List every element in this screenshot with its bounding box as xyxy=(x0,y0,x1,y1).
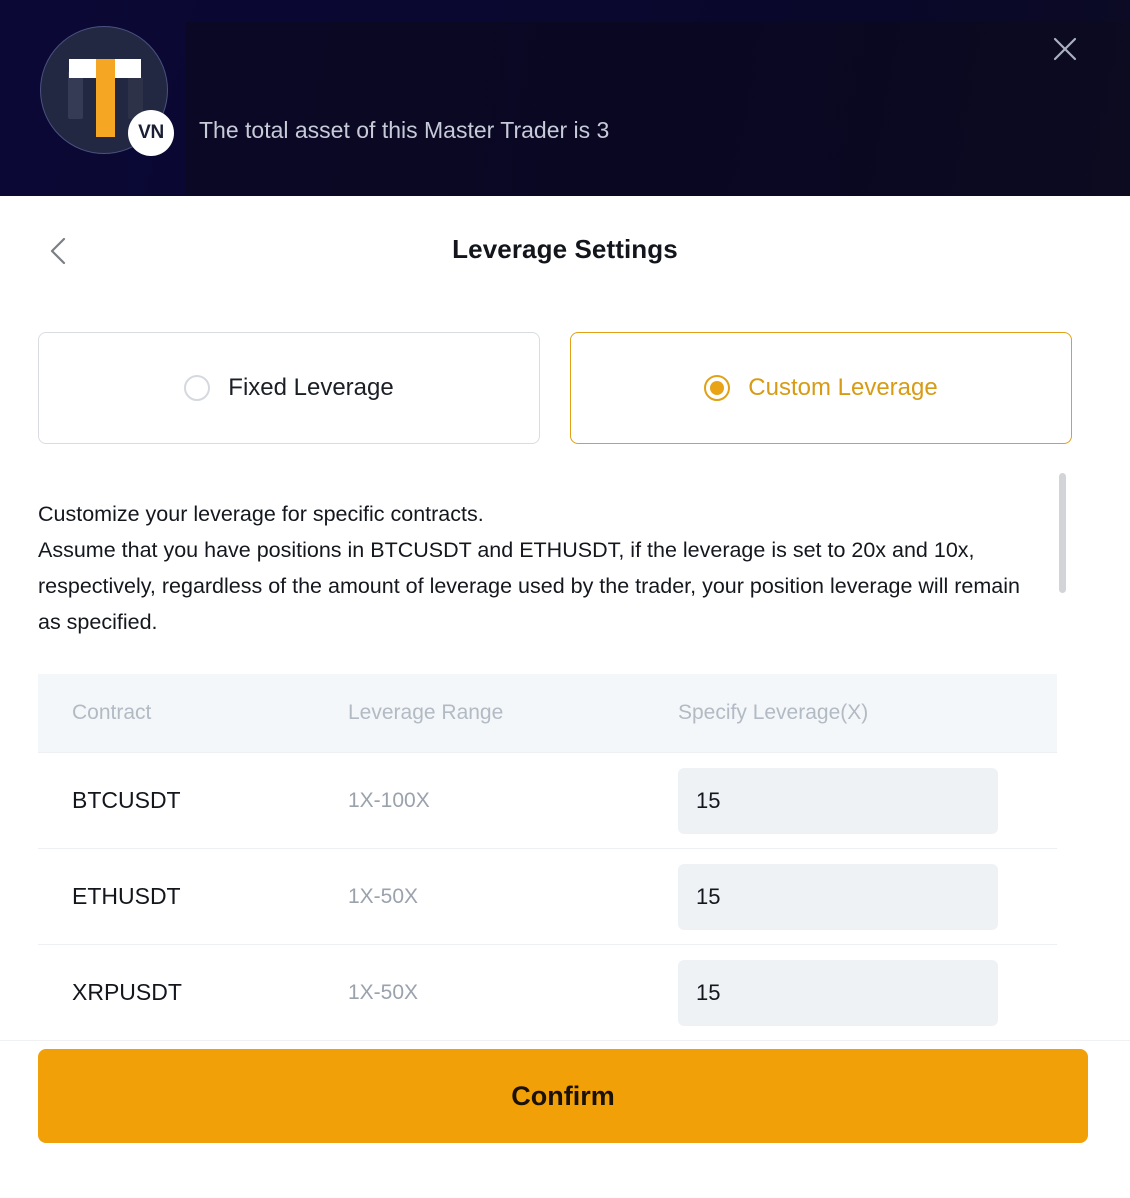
mode-card-fixed-leverage[interactable]: Fixed Leverage xyxy=(38,332,540,444)
cell-leverage-range: 1X-100X xyxy=(348,788,430,812)
avatar-decor-left xyxy=(68,71,83,119)
cell-leverage-range: 1X-50X xyxy=(348,980,419,1004)
leverage-input-ethusdt[interactable] xyxy=(678,863,998,930)
cell-specify-leverage xyxy=(678,863,1057,930)
page-root: VN The total asset of this Master Trader… xyxy=(0,0,1130,1198)
confirm-button[interactable]: Confirm xyxy=(38,1049,1088,1143)
leverage-input-btcusdt[interactable] xyxy=(678,767,998,834)
radio-icon-custom xyxy=(704,375,731,401)
master-trader-banner: VN The total asset of this Master Trader… xyxy=(0,0,1130,196)
close-icon[interactable] xyxy=(1050,34,1080,64)
banner-message: The total asset of this Master Trader is… xyxy=(199,117,610,143)
mode-label-custom: Custom Leverage xyxy=(748,374,938,401)
mode-label-fixed: Fixed Leverage xyxy=(228,374,394,401)
leverage-input-xrpusdt[interactable] xyxy=(678,959,998,1026)
banner-inner-panel xyxy=(186,22,1130,196)
column-header-leverage-range: Leverage Range xyxy=(348,701,504,724)
leverage-table: Contract Leverage Range Specify Leverage… xyxy=(38,674,1057,1040)
cell-contract: XRPUSDT xyxy=(72,979,182,1005)
table-row: BTCUSDT 1X-100X xyxy=(38,752,1057,848)
avatar-country-badge: VN xyxy=(128,110,174,156)
description-line-1: Customize your leverage for specific con… xyxy=(38,502,484,526)
leverage-mode-options: Fixed Leverage Custom Leverage xyxy=(38,332,1072,444)
table-row: ETHUSDT 1X-50X xyxy=(38,848,1057,944)
page-title: Leverage Settings xyxy=(452,234,678,264)
mode-card-custom-leverage[interactable]: Custom Leverage xyxy=(570,332,1072,444)
column-header-contract: Contract xyxy=(72,701,152,724)
description-text: Customize your leverage for specific con… xyxy=(38,496,1028,640)
table-row: XRPUSDT 1X-50X xyxy=(38,944,1057,1040)
cell-contract: ETHUSDT xyxy=(72,883,181,909)
radio-icon-fixed xyxy=(184,375,211,401)
cell-contract: BTCUSDT xyxy=(72,787,181,813)
scrollbar-thumb[interactable] xyxy=(1059,473,1066,593)
avatar-logo-stem xyxy=(96,59,115,137)
table-header-row: Contract Leverage Range Specify Leverage… xyxy=(38,674,1057,752)
sheet-header: Leverage Settings xyxy=(0,196,1130,306)
cell-specify-leverage xyxy=(678,959,1057,1026)
column-header-specify-leverage: Specify Leverage(X) xyxy=(678,701,869,724)
cell-leverage-range: 1X-50X xyxy=(348,884,419,908)
sheet-footer: Confirm xyxy=(0,1040,1130,1198)
cell-specify-leverage xyxy=(678,767,1057,834)
leverage-settings-sheet: Leverage Settings Fixed Leverage Custom … xyxy=(0,196,1130,1198)
description-line-2: Assume that you have positions in BTCUSD… xyxy=(38,538,1020,634)
avatar: VN xyxy=(40,26,174,156)
